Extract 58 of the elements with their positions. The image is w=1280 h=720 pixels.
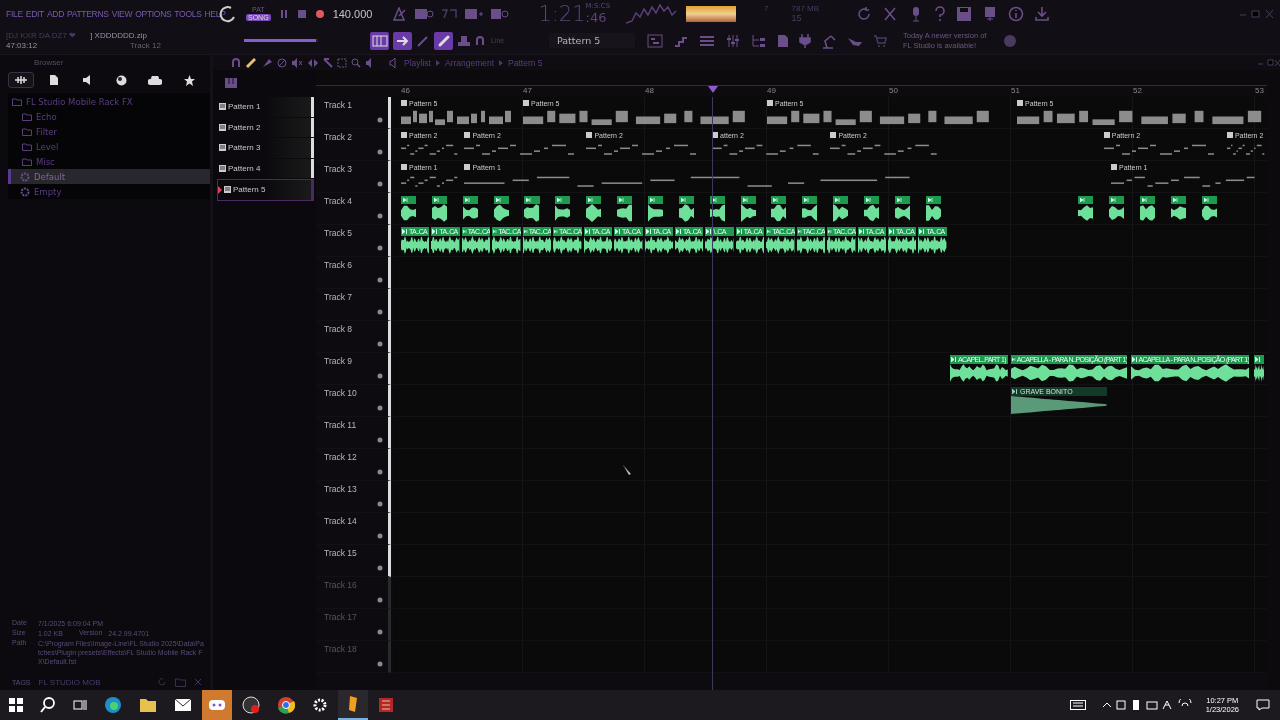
track-header[interactable]: Track 4 xyxy=(316,193,391,225)
folder-item[interactable]: Echo xyxy=(8,109,210,124)
tempo-display[interactable]: 140.000 xyxy=(332,6,373,21)
track-header[interactable]: Track 15 xyxy=(316,545,391,577)
bar-number: 51 xyxy=(1011,86,1020,96)
track-header[interactable]: Track 3 xyxy=(316,161,391,193)
menu-item[interactable]: PATTERNS xyxy=(67,8,109,19)
project-time: 47:03:12 xyxy=(6,41,39,50)
pattern-selector[interactable]: Pattern 5 xyxy=(549,33,635,48)
track-header[interactable]: Track 18 xyxy=(316,641,391,673)
track-header[interactable]: Track 17 xyxy=(316,609,391,641)
track-header[interactable]: Track 12 xyxy=(316,449,391,481)
bar-number: 46 xyxy=(401,86,410,96)
menu-item[interactable]: EDIT xyxy=(25,8,44,19)
bar-number: 49 xyxy=(767,86,776,96)
project-file-name: ] XDDDDDD.zip xyxy=(90,31,148,40)
track-header[interactable]: Track 6 xyxy=(316,257,391,289)
breadcrumb-item[interactable]: Playlist xyxy=(404,57,431,68)
track-header[interactable]: Track 13 xyxy=(316,481,391,513)
browser-title: Browser xyxy=(34,57,64,67)
track-header[interactable]: Track 9 xyxy=(316,353,391,385)
track-header[interactable]: Track 8 xyxy=(316,321,391,353)
track-header[interactable]: Track 11 xyxy=(316,417,391,449)
menu-item[interactable]: TOOLS xyxy=(174,8,202,19)
pattern-item[interactable]: Pattern 4 xyxy=(217,158,314,178)
pattern-item[interactable]: Pattern 3 xyxy=(217,138,314,158)
pattern-item[interactable]: Pattern 5 xyxy=(217,179,314,201)
project-title: [DJ KXR DA DZ7 ❤ xyxy=(6,31,77,40)
bar-number: 50 xyxy=(889,86,898,96)
menu-item[interactable]: ADD xyxy=(46,8,64,19)
tag-value: FL STUDIO MOB xyxy=(38,677,101,687)
pattern-item[interactable]: Pattern 1 xyxy=(217,97,314,117)
track-header[interactable]: Track 10 xyxy=(316,385,391,417)
bar-number: 47 xyxy=(523,86,532,96)
track-header[interactable]: Track 5 xyxy=(316,225,391,257)
menu-item[interactable]: OPTIONS xyxy=(135,8,172,19)
folder-item[interactable]: Filter xyxy=(8,124,210,139)
track-header[interactable]: Track 1 xyxy=(316,97,391,129)
bar-number: 53 xyxy=(1255,86,1264,96)
pattern-item[interactable]: Pattern 2 xyxy=(217,117,314,137)
polyphony-count: 15 xyxy=(791,13,803,23)
bar-number: 48 xyxy=(645,86,654,96)
folder-item[interactable]: Misc xyxy=(8,154,210,169)
breadcrumb-item[interactable]: Arrangement xyxy=(444,57,495,68)
preset-item[interactable]: Empty xyxy=(8,184,210,199)
hint-text: Track 12 xyxy=(130,41,161,50)
track-header[interactable]: Track 14 xyxy=(316,513,391,545)
breadcrumb-item[interactable]: Pattern 5 xyxy=(508,57,543,68)
track-header[interactable]: Track 2 xyxy=(316,129,391,161)
preset-item[interactable]: Default xyxy=(8,169,210,184)
track-header[interactable]: Track 16 xyxy=(316,577,391,609)
menu-item[interactable]: VIEW xyxy=(111,8,133,19)
folder-item[interactable]: Level xyxy=(8,139,210,154)
folder-item[interactable]: FL Studio Mobile Rack FX xyxy=(8,94,210,109)
track-header[interactable]: Track 7 xyxy=(316,289,391,321)
menu-item[interactable]: FILE xyxy=(6,8,23,19)
bar-number: 52 xyxy=(1133,86,1142,96)
voices-count: 7 xyxy=(764,4,770,13)
